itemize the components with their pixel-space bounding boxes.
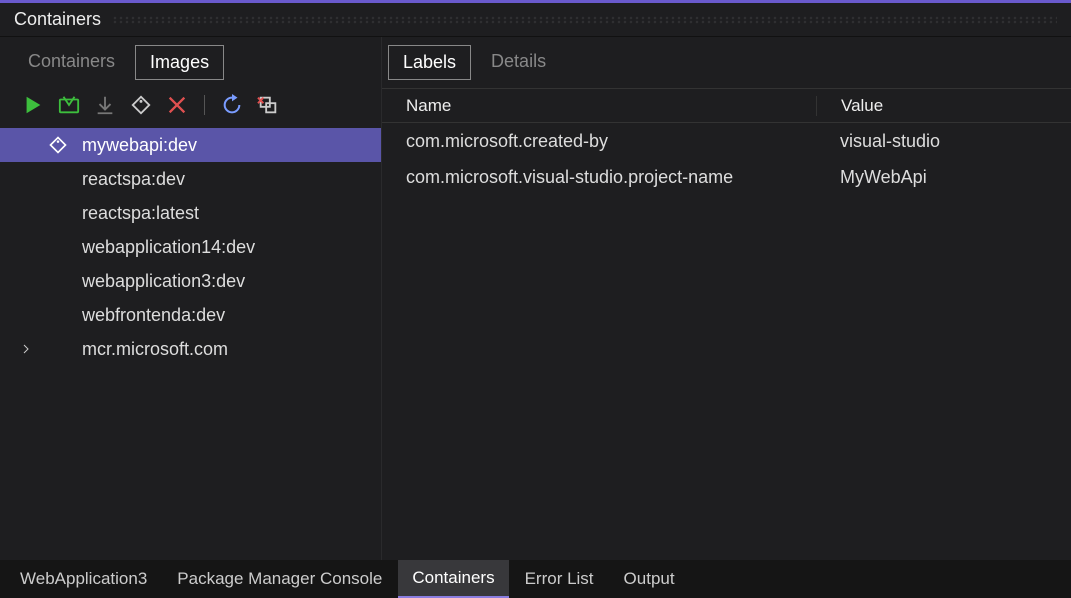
open-icon[interactable] <box>58 94 80 116</box>
prune-icon[interactable] <box>257 94 279 116</box>
image-row[interactable]: webfrontenda:dev <box>0 298 381 332</box>
details-pane: Labels Details Name Value com.microsoft.… <box>382 37 1071 567</box>
tab-details[interactable]: Details <box>477 45 560 80</box>
image-row[interactable]: webapplication14:dev <box>0 230 381 264</box>
panel-title: Containers <box>14 9 101 30</box>
label-value: MyWebApi <box>816 167 1071 188</box>
delete-icon[interactable] <box>166 94 188 116</box>
label-name: com.microsoft.visual-studio.project-name <box>382 167 816 188</box>
panel-title-bar: Containers <box>0 3 1071 37</box>
tag-icon <box>46 135 70 155</box>
btab-output[interactable]: Output <box>610 560 689 598</box>
image-name: mcr.microsoft.com <box>80 339 228 360</box>
left-tabs: Containers Images <box>0 45 381 80</box>
image-name: webapplication3:dev <box>80 271 245 292</box>
labels-table: Name Value com.microsoft.created-by visu… <box>382 88 1071 195</box>
image-name: webapplication14:dev <box>80 237 255 258</box>
table-row[interactable]: com.microsoft.created-by visual-studio <box>382 123 1071 159</box>
images-toolbar <box>0 88 381 126</box>
column-header-value[interactable]: Value <box>816 96 1071 116</box>
refresh-icon[interactable] <box>221 94 243 116</box>
run-icon[interactable] <box>22 94 44 116</box>
image-row[interactable]: reactspa:latest <box>0 196 381 230</box>
btab-webapplication3[interactable]: WebApplication3 <box>6 560 161 598</box>
btab-containers[interactable]: Containers <box>398 560 508 598</box>
btab-error-list[interactable]: Error List <box>511 560 608 598</box>
label-name: com.microsoft.created-by <box>382 131 816 152</box>
label-value: visual-studio <box>816 131 1071 152</box>
image-name: webfrontenda:dev <box>80 305 225 326</box>
tab-containers[interactable]: Containers <box>14 45 129 80</box>
column-header-name[interactable]: Name <box>382 96 816 116</box>
tab-labels[interactable]: Labels <box>388 45 471 80</box>
image-row[interactable]: webapplication3:dev <box>0 264 381 298</box>
table-header: Name Value <box>382 89 1071 123</box>
bottom-tabs: WebApplication3 Package Manager Console … <box>0 560 1071 598</box>
image-row[interactable]: mcr.microsoft.com <box>0 332 381 366</box>
image-row[interactable]: mywebapi:dev <box>0 128 381 162</box>
download-icon[interactable] <box>94 94 116 116</box>
tab-images[interactable]: Images <box>135 45 224 80</box>
table-row[interactable]: com.microsoft.visual-studio.project-name… <box>382 159 1071 195</box>
image-list: mywebapi:dev reactspa:dev reactspa:lates… <box>0 126 381 368</box>
image-name: reactspa:latest <box>80 203 199 224</box>
image-name: mywebapi:dev <box>80 135 197 156</box>
btab-package-manager-console[interactable]: Package Manager Console <box>163 560 396 598</box>
tag-icon[interactable] <box>130 94 152 116</box>
detail-tabs: Labels Details <box>382 45 1071 80</box>
image-name: reactspa:dev <box>80 169 185 190</box>
chevron-right-icon[interactable] <box>16 343 36 355</box>
toolbar-separator <box>204 95 205 115</box>
panel-grip[interactable] <box>113 16 1057 24</box>
images-pane: Containers Images <box>0 37 382 567</box>
image-row[interactable]: reactspa:dev <box>0 162 381 196</box>
